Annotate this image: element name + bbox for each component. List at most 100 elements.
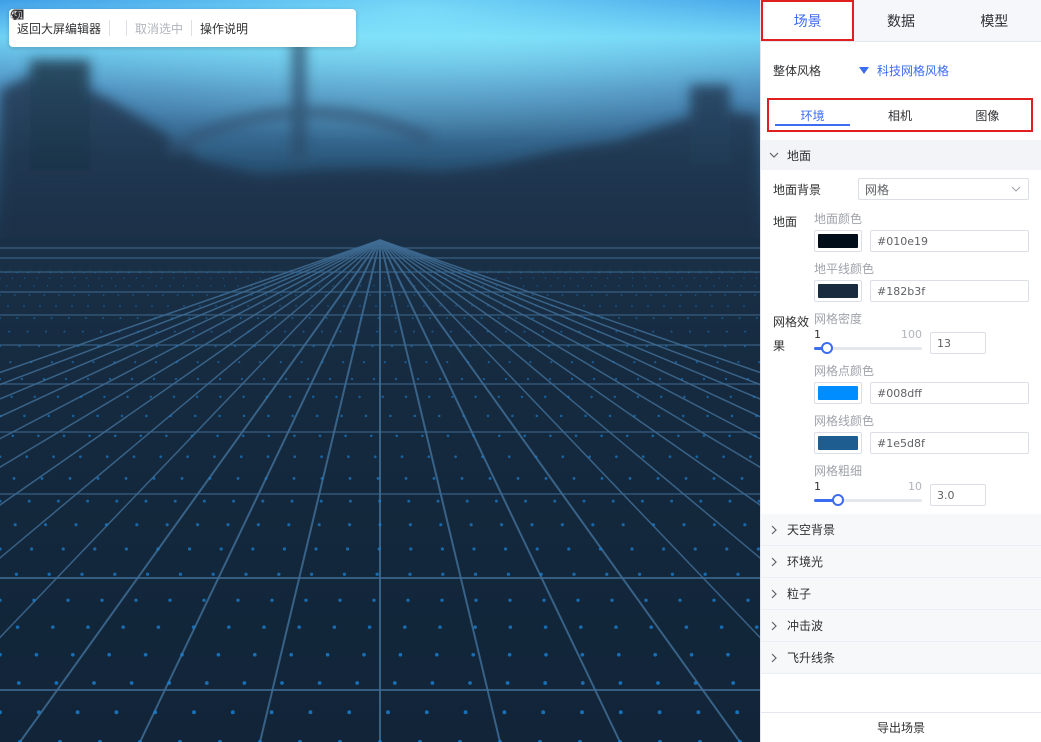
grid-dot <box>371 345 374 348</box>
grid-dot <box>100 330 103 333</box>
grid-dot <box>729 395 733 399</box>
grid-dot <box>167 681 172 685</box>
grid-dot <box>191 294 194 296</box>
grid-dot <box>707 330 710 333</box>
grid-dot <box>9 269 11 271</box>
overall-style-select[interactable]: 科技网格风格 <box>859 62 949 79</box>
grid-dot <box>400 285 402 287</box>
grid-dot <box>123 277 125 280</box>
grid-dot-color-input[interactable] <box>870 382 1029 404</box>
grid-dot <box>377 547 381 551</box>
grid-dot <box>601 317 603 320</box>
grid-thickness-input[interactable] <box>930 484 986 506</box>
shockwave-section-header[interactable]: 冲击波 <box>761 610 1041 642</box>
grid-dot <box>118 330 121 333</box>
grid-dot <box>755 272 757 274</box>
grid-dot <box>730 277 733 280</box>
tab-camera[interactable]: 相机 <box>856 100 943 130</box>
grid-dot <box>619 269 621 271</box>
grid-dot <box>11 434 15 438</box>
grid-dot <box>325 317 328 320</box>
tab-image[interactable]: 图像 <box>944 100 1031 130</box>
ground-section-header[interactable]: 地面 <box>761 140 1041 170</box>
ground-color-input[interactable] <box>870 230 1029 252</box>
tab-scene[interactable]: 场景 <box>761 0 855 41</box>
grid-dot <box>205 317 208 320</box>
grid-dot <box>274 317 277 320</box>
rising-lines-section-title: 飞升线条 <box>787 651 836 665</box>
ambient-light-section-header[interactable]: 环境光 <box>761 546 1041 578</box>
grid-dot-color-picker[interactable] <box>814 382 862 404</box>
scene-viewport[interactable]: 返回大屏编辑器 取消选中 操作说明 <box>0 0 760 742</box>
grid-dot <box>359 285 362 287</box>
grid-dot <box>612 361 615 364</box>
grid-dot <box>86 377 90 381</box>
ground-color-picker[interactable] <box>814 230 862 252</box>
export-scene-button[interactable]: 导出场景 <box>761 712 1041 742</box>
grid-density-slider[interactable] <box>814 342 922 354</box>
scene-canvas[interactable] <box>0 0 760 742</box>
grid-line-color-picker[interactable] <box>814 432 862 454</box>
grid-dot <box>394 377 398 381</box>
overall-style-row: 整体风格 科技网格风格 <box>761 42 1041 98</box>
grid-dot <box>49 269 51 271</box>
grid-dot <box>81 330 84 333</box>
grid-dot <box>746 598 750 603</box>
grid-dot <box>749 269 751 271</box>
grid-dot <box>280 294 283 296</box>
grid-dot <box>695 455 699 459</box>
grid-dot <box>297 625 301 629</box>
scene-sub-tabs: 环境 相机 图像 <box>767 98 1033 132</box>
rising-lines-section-header[interactable]: 飞升线条 <box>761 642 1041 674</box>
grid-dot <box>395 434 399 438</box>
grid-dot <box>649 269 651 271</box>
horizon-color-picker[interactable] <box>814 280 862 302</box>
grid-dot <box>753 434 757 438</box>
grid-thickness-slider-thumb[interactable] <box>831 494 844 506</box>
grid-dot <box>643 272 645 274</box>
grid-line-color-input[interactable] <box>870 432 1029 454</box>
grid-dot <box>695 361 698 364</box>
back-to-editor-button[interactable]: 返回大屏编辑器 <box>12 10 101 37</box>
deselect-button[interactable]: 取消选中 <box>10 10 183 37</box>
grid-dot <box>611 499 615 503</box>
grid-density-input[interactable] <box>930 332 986 354</box>
ground-bg-value: 网格 <box>865 182 890 197</box>
toolbar-divider <box>126 20 128 36</box>
grid-dot <box>332 345 335 348</box>
horizon-color-input[interactable] <box>870 280 1029 302</box>
ground-row: 地面 地面颜色 地平线颜色 <box>773 210 1029 310</box>
grid-dot <box>362 652 366 657</box>
grid-dot <box>132 455 136 459</box>
grid-dot <box>474 395 477 399</box>
grid-dot <box>599 269 601 271</box>
ground-bg-select[interactable]: 网格 <box>858 178 1029 200</box>
tab-model[interactable]: 模型 <box>948 0 1041 41</box>
grid-dot <box>13 523 17 527</box>
grid-dot <box>174 377 178 381</box>
grid-dot <box>605 572 609 576</box>
grid-dot <box>755 625 759 629</box>
grid-dot <box>262 625 266 629</box>
grid-dot <box>319 499 323 503</box>
grid-dot <box>659 269 661 271</box>
grid-dot <box>239 317 242 320</box>
grid-dot <box>488 476 492 480</box>
grid-dot <box>202 499 206 503</box>
grid-dot <box>75 710 80 715</box>
help-button[interactable]: 操作说明 <box>11 9 248 37</box>
grid-density-slider-thumb[interactable] <box>820 342 833 354</box>
grid-dot <box>116 272 119 274</box>
sky-bg-section-header[interactable]: 天空背景 <box>761 514 1041 546</box>
tab-data[interactable]: 数据 <box>854 0 947 41</box>
grid-dot <box>114 285 117 287</box>
tab-environment[interactable]: 环境 <box>769 100 856 130</box>
grid-dot <box>169 269 171 271</box>
grid-dot <box>726 285 729 287</box>
grid-thickness-slider[interactable] <box>814 494 922 506</box>
grid-dot <box>66 598 70 603</box>
grid-dot <box>737 361 740 364</box>
chevron-right-icon <box>771 621 777 630</box>
particles-section-header[interactable]: 粒子 <box>761 578 1041 610</box>
overall-style-value: 科技网格风格 <box>877 63 950 78</box>
